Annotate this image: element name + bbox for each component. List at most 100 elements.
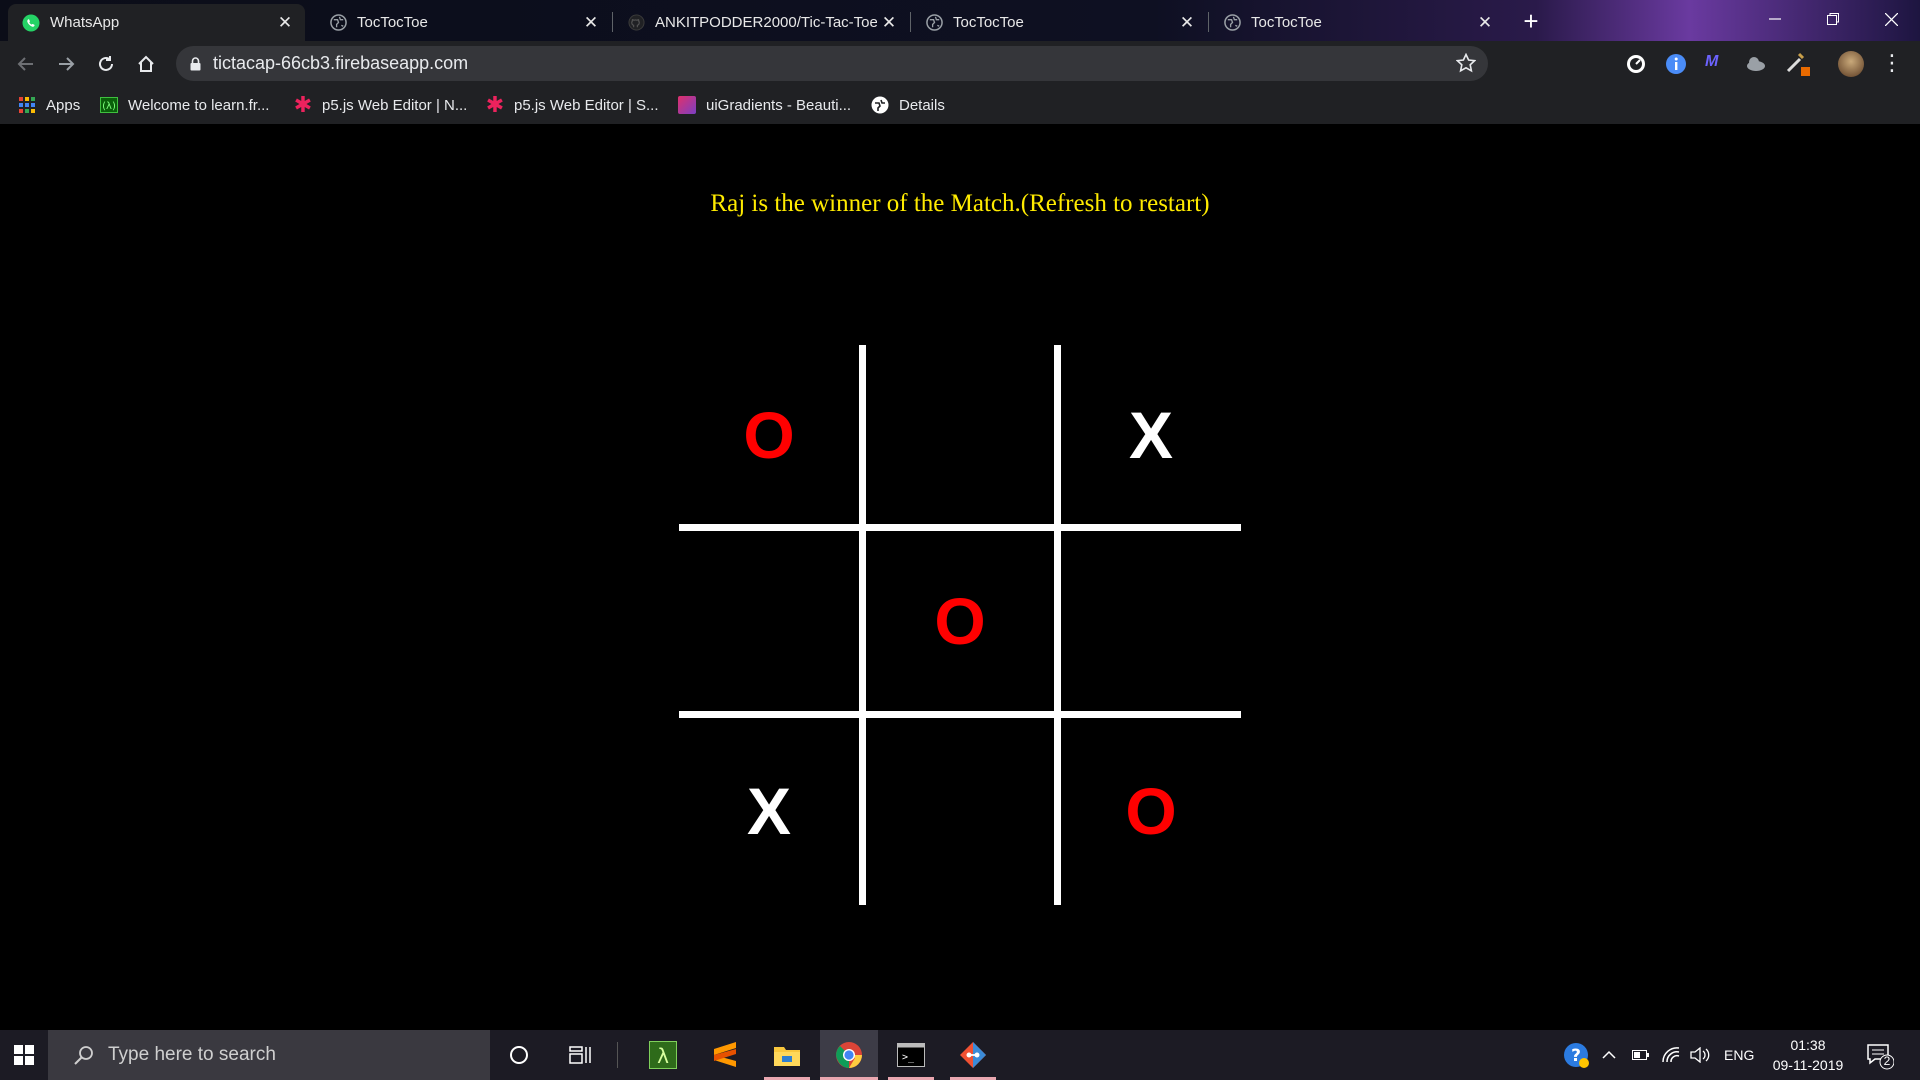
bookmark-label: p5.js Web Editor | S...	[514, 96, 659, 114]
tab-title: TocTocToe	[357, 14, 428, 31]
lock-icon	[190, 56, 201, 71]
clock-date: 09-11-2019	[1772, 1057, 1844, 1073]
globe-icon	[925, 14, 943, 32]
search-placeholder: Type here to search	[108, 1044, 276, 1065]
chrome-icon[interactable]	[820, 1030, 878, 1080]
svg-text:λ: λ	[657, 1044, 669, 1068]
volume-icon[interactable]	[1690, 1030, 1710, 1080]
p5js-icon: ✱	[485, 92, 505, 117]
browser-toolbar: tictacap-66cb3.firebaseapp.com M ⋮	[0, 41, 1920, 86]
reload-icon[interactable]	[88, 41, 124, 86]
lambda-app-icon[interactable]: λ	[634, 1030, 692, 1080]
task-view-icon[interactable]	[551, 1030, 609, 1080]
clock-time: 01:38	[1790, 1037, 1826, 1053]
extension-speed-icon[interactable]	[1625, 53, 1647, 75]
cell-2-0[interactable]: X	[679, 721, 859, 901]
grid-line-vertical-2	[1054, 345, 1061, 905]
tab-title: ANKITPODDER2000/Tic-Tac-Toe	[655, 14, 877, 31]
back-arrow-icon[interactable]	[8, 41, 44, 86]
restore-icon[interactable]	[1810, 0, 1856, 38]
cell-2-1[interactable]	[870, 721, 1050, 901]
bookmark-learn[interactable]: (λ) Welcome to learn.fr...	[100, 86, 269, 124]
grid-line-horizontal-1	[679, 524, 1241, 531]
extension-info-icon[interactable]	[1665, 53, 1687, 75]
grid-line-vertical-1	[859, 345, 866, 905]
tab-github-repo[interactable]: ANKITPODDER2000/Tic-Tac-Toe ✕	[613, 4, 909, 41]
tab-whatsapp[interactable]: WhatsApp ✕	[8, 4, 305, 41]
address-bar[interactable]: tictacap-66cb3.firebaseapp.com	[176, 46, 1488, 81]
cell-1-0[interactable]	[679, 531, 859, 711]
menu-kebab-icon[interactable]: ⋮	[1880, 50, 1904, 78]
tab-strip: WhatsApp ✕ TocTocToe ✕ ANKITPODDER2000/T…	[0, 0, 1920, 41]
p5js-icon: ✱	[293, 92, 313, 117]
tab-title: TocTocToe	[953, 14, 1024, 31]
profile-avatar[interactable]	[1838, 51, 1864, 77]
close-tab-icon[interactable]: ✕	[1473, 13, 1497, 33]
learn-icon: (λ)	[100, 96, 118, 114]
taskbar-search-box[interactable]: Type here to search	[48, 1030, 490, 1080]
extension-tool-icon[interactable]	[1785, 51, 1811, 77]
tab-toctoctoe-3[interactable]: TocTocToe ✕	[1209, 4, 1505, 41]
close-tab-icon[interactable]: ✕	[877, 13, 901, 33]
notification-count: 2	[1883, 1054, 1891, 1068]
clock[interactable]: 01:38 09-11-2019	[1762, 1030, 1854, 1080]
bookmark-p5js-2[interactable]: ✱ p5.js Web Editor | S...	[486, 86, 659, 124]
bookmark-p5js-1[interactable]: ✱ p5.js Web Editor | N...	[293, 86, 468, 124]
minimize-icon[interactable]	[1752, 0, 1798, 38]
bookmark-label: uiGradients - Beauti...	[706, 96, 852, 114]
tab-toctoctoe-2[interactable]: TocTocToe ✕	[911, 4, 1207, 41]
close-tab-icon[interactable]: ✕	[273, 13, 297, 33]
cell-0-0[interactable]: O	[679, 345, 859, 525]
forward-arrow-icon[interactable]	[48, 41, 84, 86]
globe-icon	[1223, 14, 1241, 32]
bookmarks-bar: Apps (λ) Welcome to learn.fr... ✱ p5.js …	[0, 86, 1920, 124]
cell-0-2[interactable]: X	[1061, 345, 1241, 525]
extension-cloud-icon[interactable]	[1745, 53, 1767, 75]
terminal-icon[interactable]: >_	[882, 1030, 940, 1080]
cortana-icon[interactable]	[490, 1030, 548, 1080]
bookmark-label: Apps	[46, 96, 81, 114]
cell-2-2[interactable]: O	[1061, 721, 1241, 901]
close-tab-icon[interactable]: ✕	[579, 13, 603, 33]
new-tab-plus-icon[interactable]: +	[1516, 6, 1546, 36]
windows-taskbar: Type here to search λ >_ ? ENG 01:38 09-…	[0, 1030, 1920, 1080]
svg-text:>_: >_	[902, 1052, 915, 1063]
bookmark-label: p5.js Web Editor | N...	[322, 96, 468, 114]
tab-title: TocTocToe	[1251, 14, 1322, 31]
close-tab-icon[interactable]: ✕	[1175, 13, 1199, 33]
game-page: Raj is the winner of the Match.(Refresh …	[0, 124, 1920, 1030]
cell-0-1[interactable]	[870, 345, 1050, 525]
window-close-icon[interactable]	[1868, 0, 1914, 38]
battery-icon[interactable]	[1632, 1030, 1650, 1080]
language-indicator[interactable]: ENG	[1724, 1030, 1754, 1080]
chevron-up-icon[interactable]	[1602, 1030, 1616, 1080]
github-icon	[627, 14, 645, 32]
bookmark-label: Details	[899, 96, 945, 114]
apps-grid-icon	[18, 96, 36, 114]
globe-icon	[329, 14, 347, 32]
svg-text:(λ): (λ)	[102, 101, 116, 112]
sublime-text-icon[interactable]	[696, 1030, 754, 1080]
cell-1-2[interactable]	[1061, 531, 1241, 711]
whatsapp-icon	[22, 14, 40, 32]
extension-m-icon[interactable]: M	[1705, 53, 1727, 75]
windows-start-icon[interactable]	[0, 1030, 48, 1080]
wifi-icon[interactable]	[1662, 1030, 1680, 1080]
bookmark-star-icon[interactable]	[1456, 53, 1476, 73]
help-badge-icon[interactable]: ?	[1563, 1042, 1591, 1070]
file-explorer-icon[interactable]	[758, 1030, 816, 1080]
tab-toctoctoe-1[interactable]: TocTocToe ✕	[315, 4, 611, 41]
tab-title: WhatsApp	[50, 14, 120, 31]
bookmark-apps[interactable]: Apps	[18, 86, 80, 124]
uigradients-icon	[678, 96, 696, 114]
grid-line-horizontal-2	[679, 711, 1241, 718]
search-icon	[74, 1045, 94, 1065]
bookmark-uigradients[interactable]: uiGradients - Beauti...	[678, 86, 851, 124]
git-app-icon[interactable]	[944, 1030, 1002, 1080]
cell-1-1[interactable]: O	[870, 531, 1050, 711]
home-icon[interactable]	[128, 41, 164, 86]
notification-center-icon[interactable]: 2	[1866, 1042, 1895, 1070]
url-text: tictacap-66cb3.firebaseapp.com	[213, 53, 469, 73]
details-icon	[871, 96, 889, 114]
bookmark-details[interactable]: Details	[871, 86, 945, 124]
